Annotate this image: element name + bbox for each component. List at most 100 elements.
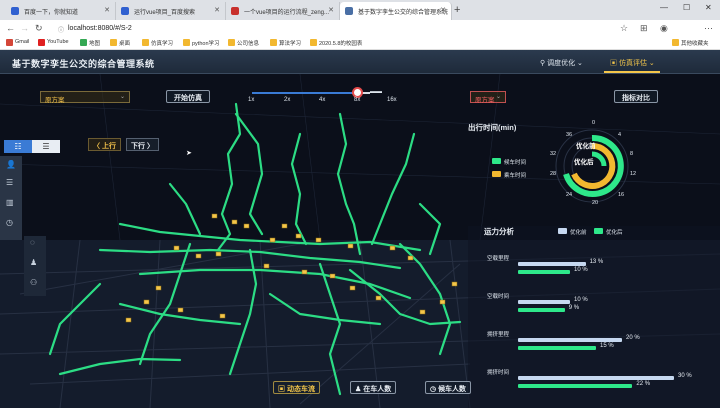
- url-field[interactable]: ⓘ localhost:8080/#/S-2: [58, 23, 598, 35]
- close-icon[interactable]: ✕: [328, 6, 334, 14]
- menu-icon[interactable]: ⋯: [704, 23, 713, 34]
- radial-label: 36: [566, 132, 573, 138]
- nav-simulation-evaluation[interactable]: ▣ 仿真评估 ⌄: [610, 58, 655, 68]
- filter-icon[interactable]: ☰: [6, 178, 13, 187]
- browser-tab-title: 百度一下，你就知道: [24, 10, 79, 16]
- window-close-icon[interactable]: ✕: [705, 3, 712, 12]
- browser-tab[interactable]: 一个vue项目的运行流程_zeng... ✕: [226, 2, 340, 20]
- bookmark-item[interactable]: 算法学习: [270, 39, 301, 47]
- grid-view-button[interactable]: ☷: [4, 140, 32, 153]
- bookmarks-bar: Gmail YouTube 地图 桌面 仿真学习 python学习 公司信息 算…: [0, 37, 720, 50]
- speed-mark[interactable]: 1x: [248, 97, 254, 103]
- bookmark-item[interactable]: 公司信息: [228, 39, 259, 47]
- dynamic-traffic-button[interactable]: ▣ 动态车流: [273, 381, 320, 394]
- bookmark-item[interactable]: 地图: [80, 39, 100, 47]
- bar-value-after: 15 %: [600, 343, 614, 349]
- legend-swatch: [492, 171, 501, 177]
- nav-dispatch-optimization[interactable]: ⚲ 调度优化 ⌄: [540, 58, 583, 68]
- radial-label: 28: [550, 171, 557, 177]
- bar-before: [518, 262, 586, 266]
- bar-value-after: 10 %: [574, 267, 588, 273]
- legend-waiting-time: 候车时间: [492, 158, 526, 166]
- onboard-count-button[interactable]: ♟ 在车人数: [350, 381, 397, 394]
- page-title: 基于数字孪生公交的综合管理系统: [12, 59, 155, 69]
- travel-time-title: 出行时间(min): [468, 123, 517, 132]
- folder-icon: [142, 39, 149, 46]
- bookmark-item[interactable]: python学习: [183, 39, 220, 47]
- maps-icon: [80, 39, 87, 46]
- back-icon[interactable]: ←: [6, 23, 15, 33]
- list-view-button[interactable]: ☰: [32, 140, 60, 153]
- compare-metrics-button[interactable]: 指标对比: [614, 90, 658, 103]
- direction-up-button[interactable]: 〈 上行: [88, 138, 121, 151]
- forward-icon[interactable]: →: [20, 23, 29, 33]
- legend-label: 优化后: [606, 230, 623, 236]
- bar-value-after: 22 %: [636, 381, 651, 387]
- legend-label: 乘车时间: [504, 173, 527, 179]
- close-icon[interactable]: ✕: [440, 6, 446, 14]
- baidu-icon: [121, 7, 129, 15]
- waiting-count-button[interactable]: ◷ 候车人数: [425, 381, 472, 394]
- radial-label: 20: [592, 200, 599, 206]
- button-label: 动态车流: [286, 386, 315, 393]
- bar-before: [518, 338, 622, 342]
- speed-mark[interactable]: 16x: [387, 97, 397, 103]
- page-icon: [345, 7, 353, 15]
- bookmark-item[interactable]: 桌面: [110, 39, 130, 47]
- minimize-icon[interactable]: —: [660, 3, 668, 12]
- bar-before: [518, 300, 570, 304]
- speed-mark[interactable]: 8x: [354, 97, 360, 103]
- direction-down-button[interactable]: 下行 〉: [126, 138, 159, 151]
- bar-before: [518, 376, 674, 380]
- gmail-icon: [6, 39, 13, 46]
- bar-row-label: 拥挤时间: [487, 370, 510, 376]
- browser-tab-title: 运行vue项目_百度搜索: [134, 10, 196, 16]
- user-icon[interactable]: 👤: [6, 160, 16, 169]
- new-tab-icon[interactable]: +: [454, 4, 460, 16]
- bookmark-label: 地图: [89, 41, 101, 47]
- speed-mark[interactable]: 4x: [319, 97, 325, 103]
- baidu-icon: [11, 7, 19, 15]
- bookmark-item[interactable]: Gmail: [6, 39, 30, 46]
- bar-value-before: 20 %: [626, 335, 640, 341]
- nav-label: 调度优化: [547, 60, 576, 67]
- radial-label: 32: [550, 151, 557, 157]
- bar-after: [518, 384, 633, 388]
- start-simulation-button[interactable]: 开始仿真: [166, 90, 210, 103]
- bookmark-label: 算法学习: [279, 41, 302, 47]
- bar-after: [518, 308, 565, 312]
- speed-mark[interactable]: 2x: [284, 97, 290, 103]
- browser-tab[interactable]: 百度一下，你就知道 ✕: [6, 2, 116, 20]
- bar-chart-icon[interactable]: ▥: [6, 198, 14, 207]
- group-icon[interactable]: ⚇: [30, 278, 37, 287]
- bar-row-label: 空载时间: [487, 294, 510, 300]
- browser-tab-strip: 百度一下，你就知道 ✕ 运行vue项目_百度搜索 ✕ 一个vue项目的运行流程_…: [0, 0, 720, 20]
- map-view[interactable]: 原方案 ⌄ 开始仿真 ▬▬ 1x 2x 4x 8x 16x 原方案 ⌄ 指标对比…: [0, 74, 720, 408]
- refresh-icon[interactable]: ◌: [30, 238, 35, 247]
- bookmark-label: 桌面: [119, 41, 131, 47]
- bar-row-label: 拥挤里程: [487, 332, 510, 338]
- scheme-select-right[interactable]: 原方案 ⌄: [470, 91, 506, 104]
- browser-tab[interactable]: 运行vue项目_百度搜索 ✕: [116, 2, 226, 20]
- bar-value-before: 13 %: [589, 259, 604, 265]
- other-bookmarks[interactable]: 其他收藏夹: [672, 39, 709, 47]
- reload-icon[interactable]: ↻: [35, 23, 43, 34]
- close-icon[interactable]: ✕: [214, 6, 220, 14]
- bookmark-item[interactable]: YouTube: [38, 39, 69, 46]
- scheme-select-left[interactable]: 原方案 ⌄: [40, 91, 130, 104]
- clock-icon[interactable]: ◷: [6, 218, 13, 227]
- browser-tab-title: 基于数字孪生公交的综合管理系统: [358, 10, 449, 16]
- folder-icon: [183, 39, 190, 46]
- profile-icon[interactable]: ◉: [660, 23, 668, 34]
- collections-icon[interactable]: ⊞: [640, 23, 648, 34]
- bookmark-label: Gmail: [15, 39, 30, 45]
- bookmark-item[interactable]: 2020.5.8的校园表: [310, 39, 362, 47]
- maximize-icon[interactable]: ☐: [683, 3, 690, 12]
- gauge-label-after: 优化后: [574, 159, 594, 166]
- browser-tab-active[interactable]: 基于数字孪生公交的综合管理系统 ✕: [340, 2, 452, 20]
- legend-riding-time: 乘车时间: [492, 171, 526, 179]
- close-icon[interactable]: ✕: [104, 6, 110, 14]
- person-icon[interactable]: ♟: [30, 258, 37, 267]
- star-icon[interactable]: ☆: [620, 23, 628, 34]
- bookmark-item[interactable]: 仿真学习: [142, 39, 173, 47]
